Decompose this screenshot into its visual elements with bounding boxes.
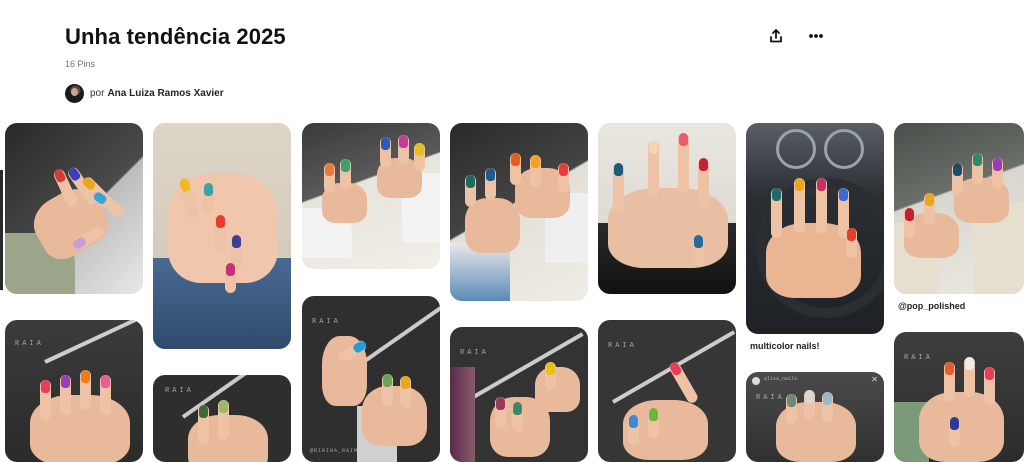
pin-card[interactable] xyxy=(746,123,884,334)
pin-card[interactable] xyxy=(598,123,736,294)
pin-card[interactable]: alisa_nails ✕ RAIA xyxy=(746,372,884,462)
pin-card[interactable]: RAIA xyxy=(894,332,1024,462)
pin-card[interactable]: RAIA xyxy=(450,327,588,462)
pin-card[interactable]: RAIA xyxy=(5,320,143,462)
pin-card[interactable]: RAIA xyxy=(598,320,736,462)
pin-card[interactable] xyxy=(302,123,440,269)
pin-caption: multicolor nails! xyxy=(750,341,820,351)
pin-card[interactable] xyxy=(5,123,143,294)
pin-grid: RAIA RAIA RAIA @RIRINA_RAIM RAIA RAIA mu… xyxy=(0,0,1024,462)
story-user: alisa_nails xyxy=(764,376,798,382)
pin-card[interactable] xyxy=(450,123,588,301)
pin-card[interactable] xyxy=(153,123,291,349)
pin-card[interactable]: RAIA xyxy=(153,375,291,462)
pin-card[interactable]: RAIA @RIRINA_RAIM xyxy=(302,296,440,462)
wall-logo: RAIA xyxy=(15,340,44,348)
watermark-text: @RIRINA_RAIM xyxy=(310,448,359,454)
pin-card[interactable] xyxy=(894,123,1024,294)
pin-caption: @pop_polished xyxy=(898,301,966,311)
board-page: Unha tendência 2025 16 Pins por Ana Luiz… xyxy=(0,0,1024,462)
